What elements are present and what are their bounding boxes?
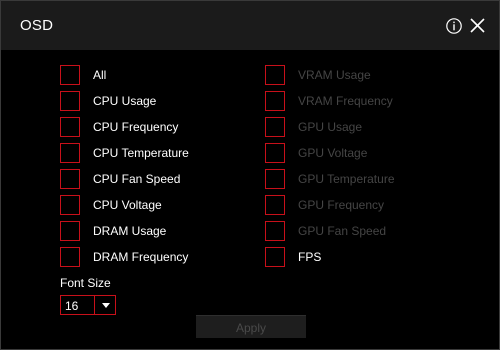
- checkbox-cpu-voltage[interactable]: [60, 195, 80, 215]
- option-label: CPU Fan Speed: [93, 172, 181, 186]
- option-label: VRAM Frequency: [298, 94, 393, 108]
- select-divider: [94, 296, 95, 314]
- option-label: DRAM Usage: [93, 224, 167, 238]
- close-icon[interactable]: [469, 17, 486, 34]
- checkbox-vram-frequency: [265, 91, 285, 111]
- option-label: GPU Fan Speed: [298, 224, 387, 238]
- option-label: GPU Voltage: [298, 146, 368, 160]
- checkbox-cpu-fan-speed[interactable]: [60, 169, 80, 189]
- dropdown-arrow-icon[interactable]: [102, 303, 110, 308]
- checkbox-cpu-temperature[interactable]: [60, 143, 80, 163]
- font-size-value: 16: [65, 299, 79, 313]
- apply-button-label: Apply: [235, 321, 267, 335]
- option-label: CPU Temperature: [93, 146, 189, 160]
- checkbox-cpu-frequency[interactable]: [60, 117, 80, 137]
- checkbox-dram-usage[interactable]: [60, 221, 80, 241]
- checkbox-vram-usage: [265, 65, 285, 85]
- info-icon[interactable]: [446, 18, 462, 34]
- option-label: CPU Frequency: [93, 120, 179, 134]
- title-bar: OSD: [1, 1, 499, 50]
- checkbox-gpu-frequency: [265, 195, 285, 215]
- checkbox-gpu-voltage: [265, 143, 285, 163]
- option-label: GPU Frequency: [298, 198, 385, 212]
- option-label: FPS: [298, 250, 322, 264]
- osd-dialog: OSD All CPU Usage CPU Frequency CPU Tempera…: [0, 0, 500, 350]
- font-size-label: Font Size: [60, 276, 111, 290]
- checkbox-gpu-fan-speed: [265, 221, 285, 241]
- checkbox-dram-frequency[interactable]: [60, 247, 80, 267]
- option-label: VRAM Usage: [298, 68, 371, 82]
- apply-button[interactable]: Apply: [196, 315, 306, 338]
- option-label: GPU Usage: [298, 120, 363, 134]
- font-size-select[interactable]: 16: [60, 295, 116, 315]
- option-label: GPU Temperature: [298, 172, 395, 186]
- option-label: DRAM Frequency: [93, 250, 189, 264]
- dialog-title: OSD: [20, 17, 54, 34]
- checkbox-gpu-temperature: [265, 169, 285, 189]
- option-label: CPU Voltage: [93, 198, 162, 212]
- option-label: All: [93, 68, 107, 82]
- checkbox-gpu-usage: [265, 117, 285, 137]
- checkbox-cpu-usage[interactable]: [60, 91, 80, 111]
- option-label: CPU Usage: [93, 94, 157, 108]
- checkbox-all[interactable]: [60, 65, 80, 85]
- checkbox-fps[interactable]: [265, 247, 285, 267]
